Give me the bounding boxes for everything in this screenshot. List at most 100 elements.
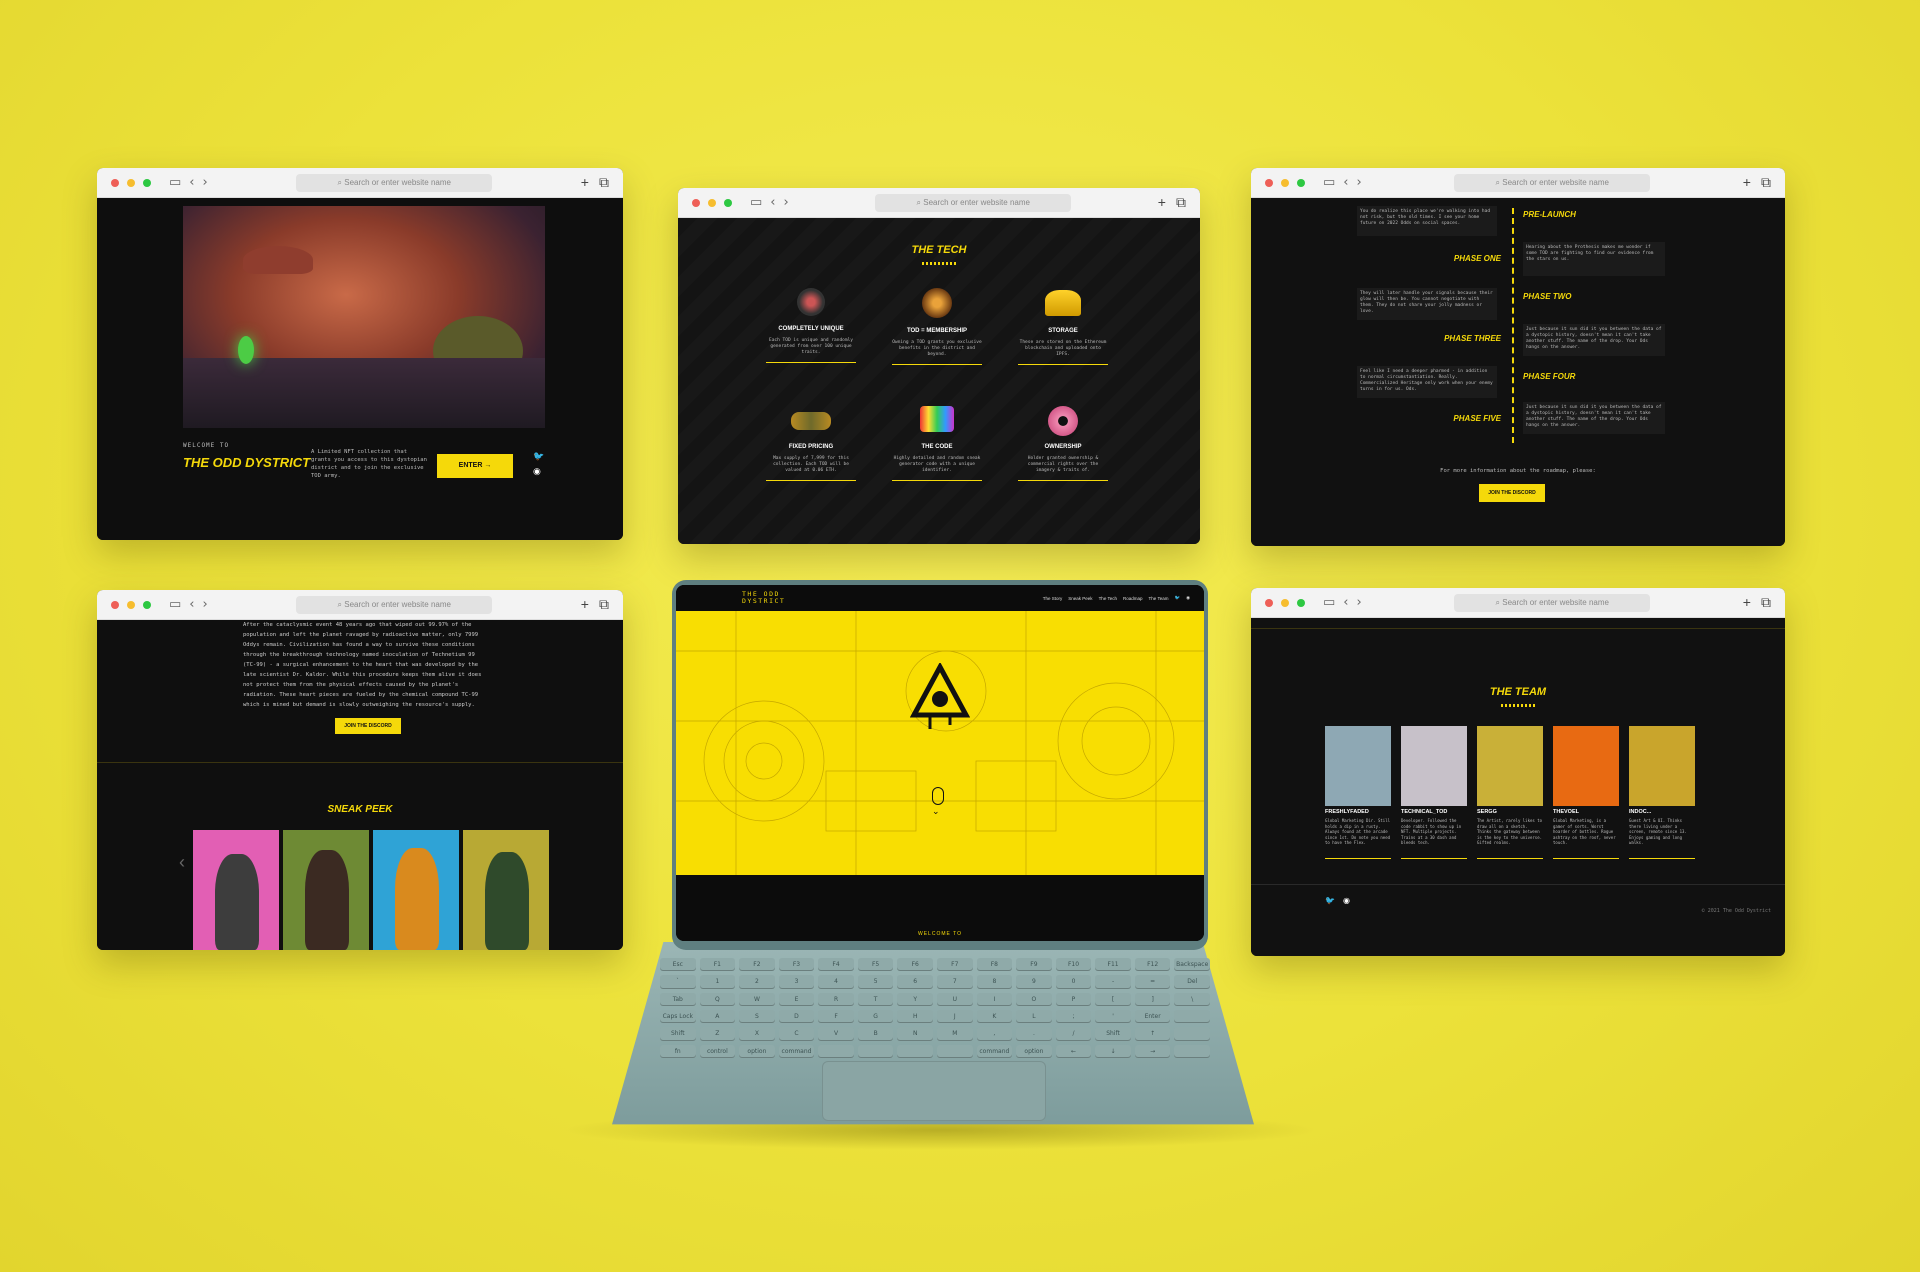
keyboard-key[interactable]: F5 — [857, 958, 894, 972]
keyboard-key[interactable]: R — [818, 992, 854, 1006]
discord-icon[interactable]: ◉ — [1343, 896, 1350, 905]
forward-icon[interactable]: › — [784, 196, 789, 209]
keyboard-key[interactable]: 7 — [937, 975, 973, 989]
trackpad[interactable] — [822, 1061, 1046, 1121]
sidebar-icon[interactable]: ▭ — [1323, 176, 1335, 189]
keyboard-key[interactable] — [1174, 1044, 1210, 1058]
keyboard-key[interactable]: L — [1016, 1009, 1052, 1024]
new-tab-icon[interactable]: + — [1743, 594, 1751, 611]
keyboard-key[interactable]: 9 — [1016, 975, 1052, 989]
keyboard-key[interactable]: ↑ — [1134, 1027, 1171, 1041]
keyboard-key[interactable]: X — [739, 1027, 775, 1041]
keyboard-key[interactable]: F4 — [818, 958, 854, 972]
keyboard-key[interactable]: control — [699, 1044, 736, 1058]
zoom-dot[interactable] — [1297, 598, 1305, 607]
sneak-card[interactable] — [283, 830, 369, 950]
keyboard-key[interactable]: ; — [1055, 1009, 1092, 1024]
keyboard-key[interactable]: 8 — [976, 975, 1013, 989]
nav-sneak-peek[interactable]: Sneak Peek — [1068, 596, 1092, 601]
tabs-icon[interactable]: ⧉ — [599, 596, 609, 613]
keyboard-key[interactable]: fn — [660, 1044, 696, 1058]
keyboard-key[interactable]: I — [976, 992, 1013, 1006]
back-icon[interactable]: ‹ — [1343, 596, 1348, 609]
keyboard-key[interactable]: Tab — [660, 992, 696, 1006]
zoom-dot[interactable] — [724, 198, 732, 207]
keyboard-key[interactable]: D — [778, 1009, 815, 1024]
twitter-icon[interactable]: 🐦 — [1325, 896, 1335, 905]
keyboard-key[interactable]: G — [857, 1009, 894, 1024]
keyboard-key[interactable]: , — [976, 1027, 1013, 1041]
close-dot[interactable] — [692, 198, 700, 207]
keyboard-key[interactable]: V — [818, 1027, 854, 1041]
keyboard-key[interactable]: F — [818, 1009, 854, 1024]
sidebar-icon[interactable]: ▭ — [750, 196, 762, 209]
keyboard-key[interactable]: command — [976, 1044, 1013, 1058]
keyboard-key[interactable]: J — [937, 1009, 973, 1024]
site-logo[interactable]: THE ODD DYSTRICT — [742, 591, 785, 605]
new-tab-icon[interactable]: + — [581, 174, 589, 191]
keyboard-key[interactable]: F11 — [1095, 958, 1131, 972]
keyboard-key[interactable]: → — [1134, 1044, 1171, 1058]
keyboard-key[interactable]: F1 — [699, 958, 736, 972]
new-tab-icon[interactable]: + — [1158, 194, 1166, 211]
keyboard-key[interactable]: Del — [1174, 975, 1210, 989]
keyboard-key[interactable]: 1 — [699, 975, 736, 989]
forward-icon[interactable]: › — [1357, 176, 1362, 189]
sidebar-icon[interactable]: ▭ — [1323, 596, 1335, 609]
minimize-dot[interactable] — [708, 198, 716, 207]
keyboard-key[interactable]: H — [897, 1009, 933, 1024]
keyboard-key[interactable]: 2 — [739, 975, 775, 989]
address-bar[interactable]: ⌕ Search or enter website name — [296, 173, 493, 192]
keyboard-key[interactable]: . — [1016, 1027, 1052, 1041]
keyboard-key[interactable]: F2 — [739, 958, 775, 972]
keyboard-key[interactable]: - — [1095, 975, 1131, 989]
zoom-dot[interactable] — [143, 178, 151, 187]
nav-team[interactable]: The Team — [1149, 596, 1169, 601]
enter-button[interactable]: ENTER → — [437, 454, 513, 478]
forward-icon[interactable]: › — [203, 176, 208, 189]
keyboard-key[interactable]: 0 — [1055, 975, 1092, 989]
address-bar[interactable]: ⌕ Search or enter website name — [1454, 173, 1651, 192]
keyboard-key[interactable]: F8 — [976, 958, 1013, 972]
tabs-icon[interactable]: ⧉ — [1761, 174, 1771, 191]
forward-icon[interactable]: › — [1357, 596, 1362, 609]
keyboard-key[interactable]: command — [778, 1044, 815, 1058]
twitter-icon[interactable]: 🐦 — [1174, 595, 1180, 601]
minimize-dot[interactable] — [127, 178, 135, 187]
close-dot[interactable] — [111, 178, 119, 187]
keyboard-key[interactable] — [897, 1044, 933, 1058]
discord-icon[interactable]: ◉ — [533, 466, 541, 477]
tabs-icon[interactable]: ⧉ — [1176, 194, 1186, 211]
keyboard-key[interactable]: F3 — [778, 958, 815, 972]
keyboard-key[interactable]: Y — [897, 992, 933, 1006]
scroll-down-icon[interactable] — [932, 787, 944, 805]
join-discord-button[interactable]: JOIN THE DISCORD — [1479, 484, 1545, 502]
minimize-dot[interactable] — [1281, 178, 1289, 187]
keyboard-key[interactable]: F7 — [937, 958, 973, 972]
keyboard-key[interactable]: Backspace — [1174, 958, 1210, 972]
keyboard-key[interactable]: S — [739, 1009, 775, 1024]
zoom-dot[interactable] — [143, 600, 151, 609]
close-dot[interactable] — [1265, 598, 1273, 607]
keyboard-key[interactable]: P — [1055, 992, 1092, 1006]
sneak-card[interactable] — [193, 830, 279, 950]
minimize-dot[interactable] — [127, 600, 135, 609]
carousel-prev-arrow[interactable]: ‹ — [179, 852, 185, 873]
keyboard-key[interactable]: 5 — [857, 975, 894, 989]
keyboard-key[interactable]: option — [1016, 1044, 1052, 1058]
keyboard-key[interactable]: ↓ — [1095, 1044, 1131, 1058]
keyboard-key[interactable]: ` — [660, 975, 696, 989]
keyboard-key[interactable]: N — [897, 1027, 933, 1041]
keyboard-key[interactable]: U — [937, 992, 973, 1006]
keyboard-key[interactable]: W — [739, 992, 775, 1006]
keyboard-key[interactable]: O — [1016, 992, 1052, 1006]
keyboard-key[interactable]: Q — [699, 992, 736, 1006]
keyboard-key[interactable]: Shift — [1095, 1027, 1131, 1041]
sidebar-icon[interactable]: ▭ — [169, 176, 181, 189]
sneak-card[interactable] — [463, 830, 549, 950]
keyboard-key[interactable]: 3 — [778, 975, 815, 989]
close-dot[interactable] — [1265, 178, 1273, 187]
keyboard-key[interactable]: 6 — [897, 975, 933, 989]
keyboard-key[interactable]: F9 — [1016, 958, 1052, 972]
nav-story[interactable]: The Story — [1043, 596, 1063, 601]
